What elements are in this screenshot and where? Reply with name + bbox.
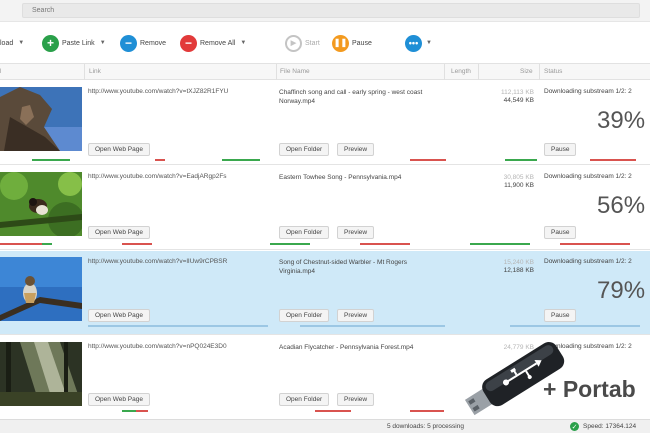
progress-percent: 79% bbox=[597, 277, 646, 304]
column-status[interactable]: Status bbox=[544, 68, 562, 75]
video-thumbnail bbox=[0, 342, 82, 406]
video-url: http://www.youtube.com/watch?v=tXJZ82R1F… bbox=[88, 88, 229, 95]
speed-check-icon: ✓ bbox=[570, 422, 579, 431]
progress-percent: 39% bbox=[597, 107, 646, 134]
open-web-page-button[interactable]: Open Web Page bbox=[88, 393, 150, 406]
status-bar: 5 downloads: 5 processing ✓ Speed: 17364… bbox=[0, 419, 650, 433]
column-length[interactable]: Length bbox=[451, 68, 471, 75]
status-text: Downloading substream 1/2: 2 bbox=[544, 173, 632, 180]
remove-all-icon: − bbox=[180, 34, 197, 52]
speed-text: Speed: 17364.124 bbox=[583, 423, 637, 430]
video-url: http://www.youtube.com/watch?v=EadjARgp2… bbox=[88, 173, 227, 180]
open-web-page-button[interactable]: Open Web Page bbox=[88, 309, 150, 322]
download-row-selected[interactable]: http://www.youtube.com/watch?v=lIUw9rCPB… bbox=[0, 251, 650, 335]
open-folder-button[interactable]: Open Folder bbox=[279, 393, 330, 406]
download-row[interactable]: http://www.youtube.com/watch?v=tXJZ82R1F… bbox=[0, 81, 650, 165]
paste-link-icon: + bbox=[42, 34, 59, 52]
remove-button[interactable]: − Remove bbox=[120, 34, 166, 52]
chevron-down-icon[interactable]: ▼ bbox=[426, 40, 432, 46]
file-name: Eastern Towhee Song - Pennsylvania.mp4 bbox=[279, 174, 402, 181]
downloaded-size: 30,805 KB bbox=[503, 174, 534, 181]
open-web-page-button[interactable]: Open Web Page bbox=[88, 143, 150, 156]
downloaded-size: 112,113 KB bbox=[500, 89, 534, 96]
status-text: Downloading substream 1/2: 2 bbox=[544, 258, 632, 265]
video-thumbnail bbox=[0, 257, 82, 321]
pause-row-button[interactable]: Pause bbox=[544, 309, 577, 322]
column-header: l Link File Name Length Size Status bbox=[0, 63, 650, 80]
chevron-down-icon[interactable]: ▼ bbox=[240, 40, 246, 46]
video-url: http://www.youtube.com/watch?v=lIUw9rCPB… bbox=[88, 258, 228, 265]
total-size: 44,549 KB bbox=[503, 97, 534, 104]
paste-link-label: Paste Link bbox=[62, 39, 95, 47]
pause-label: Pause bbox=[352, 39, 372, 47]
progress-percent: 56% bbox=[597, 192, 646, 219]
speed-indicator: ✓ Speed: 17364.124 bbox=[570, 422, 636, 431]
portable-label: + Portab bbox=[543, 376, 636, 402]
open-folder-button[interactable]: Open Folder bbox=[279, 226, 330, 239]
video-thumbnail bbox=[0, 87, 82, 151]
pause-row-button[interactable]: Pause bbox=[544, 226, 577, 239]
toolbar: load ▼ + Paste Link ▼ − Remove − Remove … bbox=[0, 24, 650, 62]
start-icon: ▶ bbox=[285, 34, 302, 52]
download-label: load bbox=[0, 39, 14, 47]
preview-button[interactable]: Preview bbox=[337, 143, 375, 156]
more-button[interactable]: ••• ▼ bbox=[405, 34, 432, 52]
file-name: Chaffinch song and call - early spring -… bbox=[279, 89, 423, 105]
pause-row-button[interactable]: Pause bbox=[544, 143, 577, 156]
file-name: Acadian Flycatcher - Pennsylvania Forest… bbox=[279, 344, 414, 351]
video-url: http://www.youtube.com/watch?v=nPQ024E3D… bbox=[88, 343, 227, 350]
start-button[interactable]: ▶ Start bbox=[285, 34, 320, 52]
chevron-down-icon[interactable]: ▼ bbox=[18, 40, 24, 46]
pause-icon: ❚❚ bbox=[332, 34, 349, 52]
search-bar: Search bbox=[0, 0, 650, 22]
video-thumbnail bbox=[0, 172, 82, 236]
downloaded-size: 15,240 KB bbox=[503, 259, 534, 266]
more-icon: ••• bbox=[405, 34, 422, 52]
column-size[interactable]: Size bbox=[520, 68, 533, 75]
start-label: Start bbox=[305, 39, 320, 47]
remove-label: Remove bbox=[140, 39, 167, 47]
preview-button[interactable]: Preview bbox=[337, 226, 375, 239]
chevron-down-icon[interactable]: ▼ bbox=[100, 40, 106, 46]
file-name: Song of Chestnut-sided Warbler - Mt Roge… bbox=[279, 259, 408, 275]
thumbnail-column-marker: l bbox=[0, 68, 2, 75]
remove-all-label: Remove All bbox=[200, 39, 236, 47]
downloads-status: 5 downloads: 5 processing bbox=[387, 423, 464, 430]
preview-button[interactable]: Preview bbox=[337, 309, 375, 322]
remove-all-button[interactable]: − Remove All ▼ bbox=[180, 34, 246, 52]
open-folder-button[interactable]: Open Folder bbox=[279, 143, 330, 156]
status-text: Downloading substream 1/2: 2 bbox=[544, 88, 632, 95]
column-link[interactable]: Link bbox=[89, 68, 101, 75]
portable-badge: + Portab bbox=[455, 336, 650, 420]
paste-link-button[interactable]: + Paste Link ▼ bbox=[42, 34, 106, 52]
preview-button[interactable]: Preview bbox=[337, 393, 375, 406]
open-folder-button[interactable]: Open Folder bbox=[279, 309, 330, 322]
pause-button[interactable]: ❚❚ Pause bbox=[332, 34, 372, 52]
download-row[interactable]: http://www.youtube.com/watch?v=EadjARgp2… bbox=[0, 166, 650, 250]
column-file-name[interactable]: File Name bbox=[280, 68, 310, 75]
total-size: 11,900 KB bbox=[504, 182, 534, 189]
download-button[interactable]: load ▼ bbox=[0, 34, 24, 52]
open-web-page-button[interactable]: Open Web Page bbox=[88, 226, 150, 239]
total-size: 12,188 KB bbox=[503, 267, 534, 274]
remove-icon: − bbox=[120, 34, 137, 52]
search-input[interactable]: Search bbox=[22, 3, 640, 18]
